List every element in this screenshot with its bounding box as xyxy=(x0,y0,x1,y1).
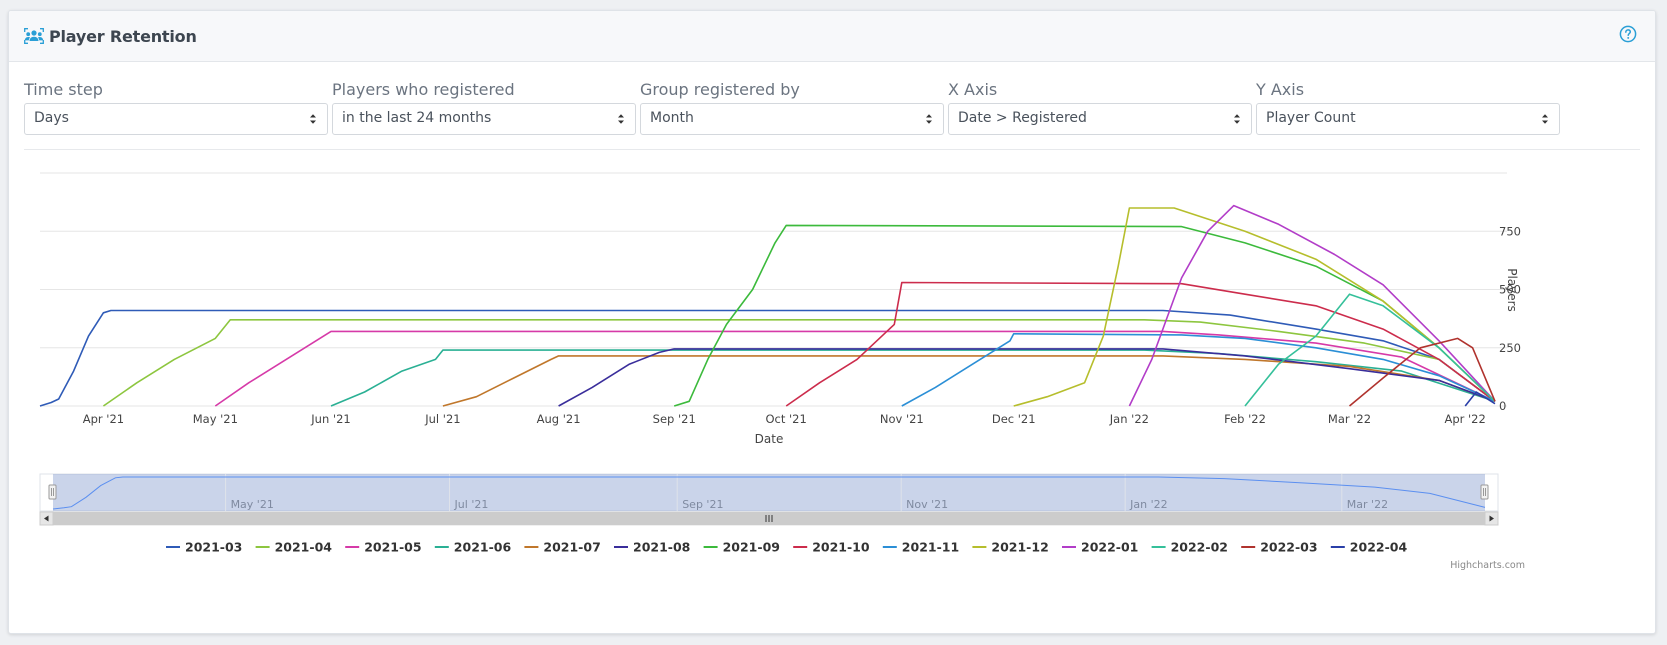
highcharts-credits[interactable]: Highcharts.com xyxy=(1450,560,1525,571)
arrow-right-icon[interactable] xyxy=(1484,511,1499,526)
legend-label: 2021-09 xyxy=(723,540,780,555)
y-axis-title: Players xyxy=(1505,268,1519,312)
x-tick-label: Sep '21 xyxy=(653,412,696,426)
navigator-tick-label: May '21 xyxy=(231,498,274,511)
x-tick-label: Oct '21 xyxy=(765,412,806,426)
x-tick-label: Mar '22 xyxy=(1328,412,1371,426)
player-retention-card: Player Retention Time step Days Players … xyxy=(8,10,1656,634)
legend-item-2022-03[interactable]: 2022-03 xyxy=(1241,540,1318,555)
legend-item-2021-11[interactable]: 2021-11 xyxy=(882,540,959,555)
x-tick-label: Apr '22 xyxy=(1444,412,1485,426)
x-tick-label: Feb '22 xyxy=(1224,412,1266,426)
y-tick-label: 750 xyxy=(1499,224,1521,238)
legend-item-2021-03[interactable]: 2021-03 xyxy=(166,540,242,555)
navigator-tick-label: Nov '21 xyxy=(906,498,948,511)
chart-legend: 2021-03 2021-04 2021-05 2021-06 2021-07 2021-… xyxy=(166,540,1407,555)
x-tick-label: Dec '21 xyxy=(992,412,1036,426)
legend-item-2021-09[interactable]: 2021-09 xyxy=(703,540,780,555)
legend-item-2021-12[interactable]: 2021-12 xyxy=(972,540,1049,555)
y-axis-ticks: 0250500750 xyxy=(1499,224,1521,413)
y-tick-label: 250 xyxy=(1499,341,1521,355)
legend-item-2021-08[interactable]: 2021-08 xyxy=(614,540,690,555)
legend-item-2022-01[interactable]: 2022-01 xyxy=(1062,540,1138,555)
x-tick-label: Jul '21 xyxy=(424,412,460,426)
chart-series xyxy=(39,204,1496,407)
legend-label: 2021-08 xyxy=(633,540,690,555)
legend-label: 2021-06 xyxy=(454,540,512,555)
x-axis-ticks: Apr '21 May '21 Jun '21 Jul '21 Aug '21 Sep '… xyxy=(83,412,1486,426)
legend-label: 2021-07 xyxy=(543,540,600,555)
legend-label: 2022-01 xyxy=(1081,540,1138,555)
legend-item-2021-07[interactable]: 2021-07 xyxy=(524,540,601,555)
x-tick-label: Apr '21 xyxy=(83,412,124,426)
legend-label: 2022-02 xyxy=(1171,540,1228,555)
legend-item-2022-02[interactable]: 2022-02 xyxy=(1151,540,1228,555)
navigator-left-handle[interactable] xyxy=(48,484,57,500)
x-tick-label: May '21 xyxy=(193,412,238,426)
legend-item-2021-05[interactable]: 2021-05 xyxy=(345,540,422,555)
y-tick-label: 0 xyxy=(1499,399,1506,413)
legend-label: 2021-10 xyxy=(812,540,870,555)
series-line-2021-12[interactable] xyxy=(1013,207,1496,407)
legend-label: 2021-05 xyxy=(364,540,421,555)
x-tick-label: Aug '21 xyxy=(537,412,581,426)
series-line-2021-09[interactable] xyxy=(673,224,1496,407)
legend-label: 2022-03 xyxy=(1260,540,1317,555)
legend-label: 2021-12 xyxy=(991,540,1048,555)
legend-item-2021-04[interactable]: 2021-04 xyxy=(255,540,333,555)
series-line-2021-10[interactable] xyxy=(785,281,1496,407)
legend-label: 2021-11 xyxy=(902,540,959,555)
navigator-tick-label: Sep '21 xyxy=(682,498,723,511)
legend-label: 2021-04 xyxy=(275,540,333,555)
legend-label: 2022-04 xyxy=(1350,540,1408,555)
chart-gridlines xyxy=(40,172,1507,407)
navigator-tick-label: Mar '22 xyxy=(1347,498,1388,511)
series-line-2021-11[interactable] xyxy=(901,333,1496,407)
legend-item-2021-10[interactable]: 2021-10 xyxy=(793,540,870,555)
x-axis-title: Date xyxy=(755,432,784,446)
navigator-right-handle[interactable] xyxy=(1480,484,1489,500)
series-line-2021-06[interactable] xyxy=(330,349,1496,407)
legend-item-2021-06[interactable]: 2021-06 xyxy=(434,540,512,555)
x-tick-label: Jan '22 xyxy=(1109,412,1149,426)
retention-chart: Apr '21 May '21 Jun '21 Jul '21 Aug '21 Sep '… xyxy=(39,172,1525,571)
legend-label: 2021-03 xyxy=(185,540,242,555)
navigator-tick-label: Jul '21 xyxy=(454,498,489,511)
navigator-tick-label: Jan '22 xyxy=(1129,498,1167,511)
arrow-left-icon[interactable] xyxy=(39,511,54,526)
legend-item-2022-04[interactable]: 2022-04 xyxy=(1330,540,1408,555)
x-tick-label: Nov '21 xyxy=(880,412,924,426)
navigator[interactable]: May '21 Jul '21 Sep '21 Nov '21 Jan '22 Mar '… xyxy=(39,473,1499,526)
x-tick-label: Jun '21 xyxy=(310,412,350,426)
